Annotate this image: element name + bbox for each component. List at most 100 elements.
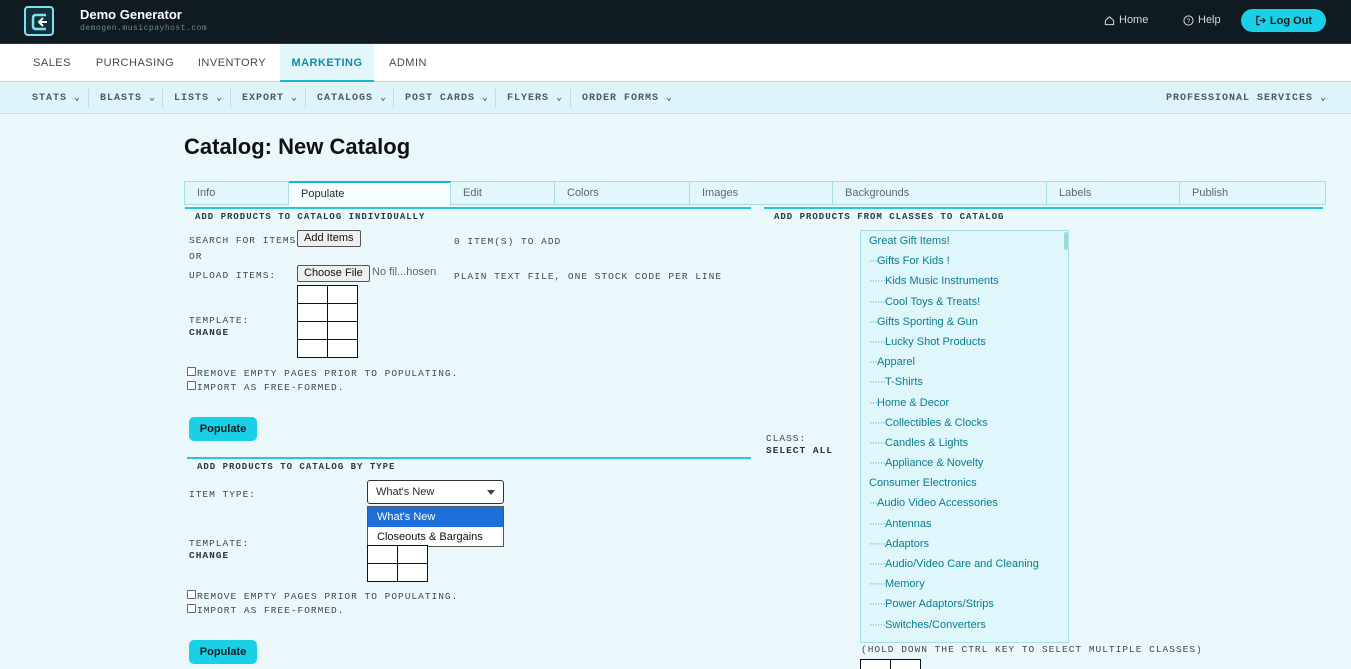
add-items-button[interactable]: Add Items [297,230,361,247]
search-items-label: SEARCH FOR ITEMS: [189,235,303,246]
main-tab-purchasing[interactable]: PURCHASING [88,44,182,82]
change-template-link[interactable]: CHANGE [189,550,229,561]
tab-backgrounds[interactable]: Backgrounds [833,182,1047,205]
class-option-label: Cool Toys & Treats! [884,295,981,308]
chevron-down-icon: ⌄ [380,93,388,104]
class-option[interactable]: ······Candles & Lights [861,433,1068,453]
subnav-catalogs[interactable]: CATALOGS ⌄ [317,83,387,114]
class-option-label: Antennas [884,517,932,530]
app-title: Demo Generator [80,7,182,22]
subnav-order-forms-label: ORDER FORMS [582,93,660,104]
class-option[interactable]: ···Audio Video Accessories [861,493,1068,513]
class-option[interactable]: ······Cool Toys & Treats! [861,292,1068,312]
tab-images[interactable]: Images [690,182,833,205]
remove-empty-label: REMOVE EMPTY PAGES PRIOR TO POPULATING. [197,368,459,379]
class-label: CLASS: [766,433,807,444]
class-option[interactable]: ······Lucky Shot Products [861,332,1068,352]
class-option[interactable]: Great Gift Items! [861,231,1068,251]
item-type-selected: What's New [376,486,435,498]
or-text: OR [189,251,203,262]
class-indent: ······ [869,618,886,631]
template-preview[interactable] [860,659,921,669]
template-preview[interactable] [297,285,358,358]
multi-select-hint: (HOLD DOWN THE CTRL KEY TO SELECT MULTIP… [861,644,1203,655]
section-heading-classes: ADD PRODUCTS FROM CLASSES TO CATALOG [764,207,1323,222]
subnav-professional-services[interactable]: PROFESSIONAL SERVICES ⌄ [1166,83,1327,114]
class-option-label: Power Adaptors/Strips [884,598,994,611]
item-type-option[interactable]: Closeouts & Bargains [368,527,503,547]
tab-populate[interactable]: Populate [289,181,451,206]
tab-colors[interactable]: Colors [555,182,690,205]
app-logo-icon[interactable] [24,6,54,36]
change-template-link[interactable]: CHANGE [189,327,229,338]
subnav-flyers[interactable]: FLYERS ⌄ [507,83,563,114]
class-option-label: T-Shirts [884,376,923,389]
item-type-dropdown: What's New Closeouts & Bargains [367,506,504,547]
class-option[interactable]: ······T-Shirts [861,372,1068,392]
class-option[interactable]: ······Audio/Video Care and Cleaning [861,554,1068,574]
class-indent: ······ [869,416,886,429]
logout-button[interactable]: Log Out [1241,9,1326,32]
no-file-text: No fil...hosen [372,266,437,278]
chevron-down-icon: ⌄ [482,93,490,104]
divider [305,89,306,108]
subnav-stats[interactable]: STATS ⌄ [32,83,81,114]
tab-labels[interactable]: Labels [1047,182,1180,205]
class-option[interactable]: ······Power Adaptors/Strips [861,594,1068,614]
divider [230,89,231,108]
class-option[interactable]: ······Kids Music Instruments [861,271,1068,291]
chevron-down-icon: ⌄ [291,93,299,104]
class-option[interactable]: ···Gifts For Kids ! [861,251,1068,271]
class-option[interactable]: Consumer Electronics [861,473,1068,493]
subnav-lists-label: LISTS [174,93,210,104]
chevron-down-icon: ⌄ [556,93,564,104]
class-option[interactable]: ······Adaptors [861,534,1068,554]
divider [88,89,89,108]
class-option[interactable]: ······Switches/Converters [861,615,1068,635]
import-free-checkbox[interactable] [187,604,196,613]
class-indent: ······ [869,335,886,348]
select-all-link[interactable]: SELECT ALL [766,445,833,456]
item-type-label: ITEM TYPE: [189,489,257,500]
help-label: Help [1198,14,1221,26]
class-indent: ······ [869,558,886,570]
template-preview[interactable] [367,545,428,582]
main-tab-inventory[interactable]: INVENTORY [188,44,276,82]
class-option-label: Candles & Lights [884,436,969,449]
class-option-label: Great Gift Items! [869,235,950,247]
subnav-export[interactable]: EXPORT ⌄ [242,83,298,114]
class-listbox[interactable]: Great Gift Items! ···Gifts For Kids ! ····… [860,230,1069,643]
subnav-stats-label: STATS [32,93,68,104]
item-type-select[interactable]: What's New [367,480,504,504]
import-free-checkbox[interactable] [187,381,196,390]
main-tab-sales[interactable]: SALES [20,44,84,82]
choose-file-button[interactable]: Choose File [297,265,370,282]
remove-empty-checkbox[interactable] [187,590,196,599]
subnav-post-cards[interactable]: POST CARDS ⌄ [405,83,489,114]
class-option[interactable]: ······Antennas [861,514,1068,534]
tab-edit[interactable]: Edit [451,182,555,205]
class-option[interactable]: ······Memory [861,574,1068,594]
class-indent: ······ [869,537,886,550]
subnav-order-forms[interactable]: ORDER FORMS ⌄ [582,83,673,114]
class-option[interactable]: ···Apparel [861,352,1068,372]
class-option[interactable]: ···Gifts Sporting & Gun [861,312,1068,332]
remove-empty-label: REMOVE EMPTY PAGES PRIOR TO POPULATING. [197,591,459,602]
subnav-professional-services-label: PROFESSIONAL SERVICES [1166,93,1314,104]
class-option[interactable]: ······Appliance & Novelty [861,453,1068,473]
class-option[interactable]: ······Collectibles & Clocks [861,413,1068,433]
home-link[interactable]: Home [1104,14,1148,26]
tab-info[interactable]: Info [185,182,289,205]
subnav-lists[interactable]: LISTS ⌄ [174,83,223,114]
populate-button[interactable]: Populate [189,640,257,664]
remove-empty-checkbox[interactable] [187,367,196,376]
main-tab-marketing[interactable]: MARKETING [280,44,374,82]
main-tab-admin[interactable]: ADMIN [380,44,436,82]
subnav-blasts[interactable]: BLASTS ⌄ [100,83,156,114]
class-option[interactable]: ···Home & Decor [861,393,1068,413]
item-type-option[interactable]: What's New [368,507,503,527]
help-link[interactable]: ? Help [1183,14,1221,26]
populate-button[interactable]: Populate [189,417,257,441]
scrollbar[interactable] [1064,232,1068,250]
tab-publish[interactable]: Publish [1180,182,1325,205]
